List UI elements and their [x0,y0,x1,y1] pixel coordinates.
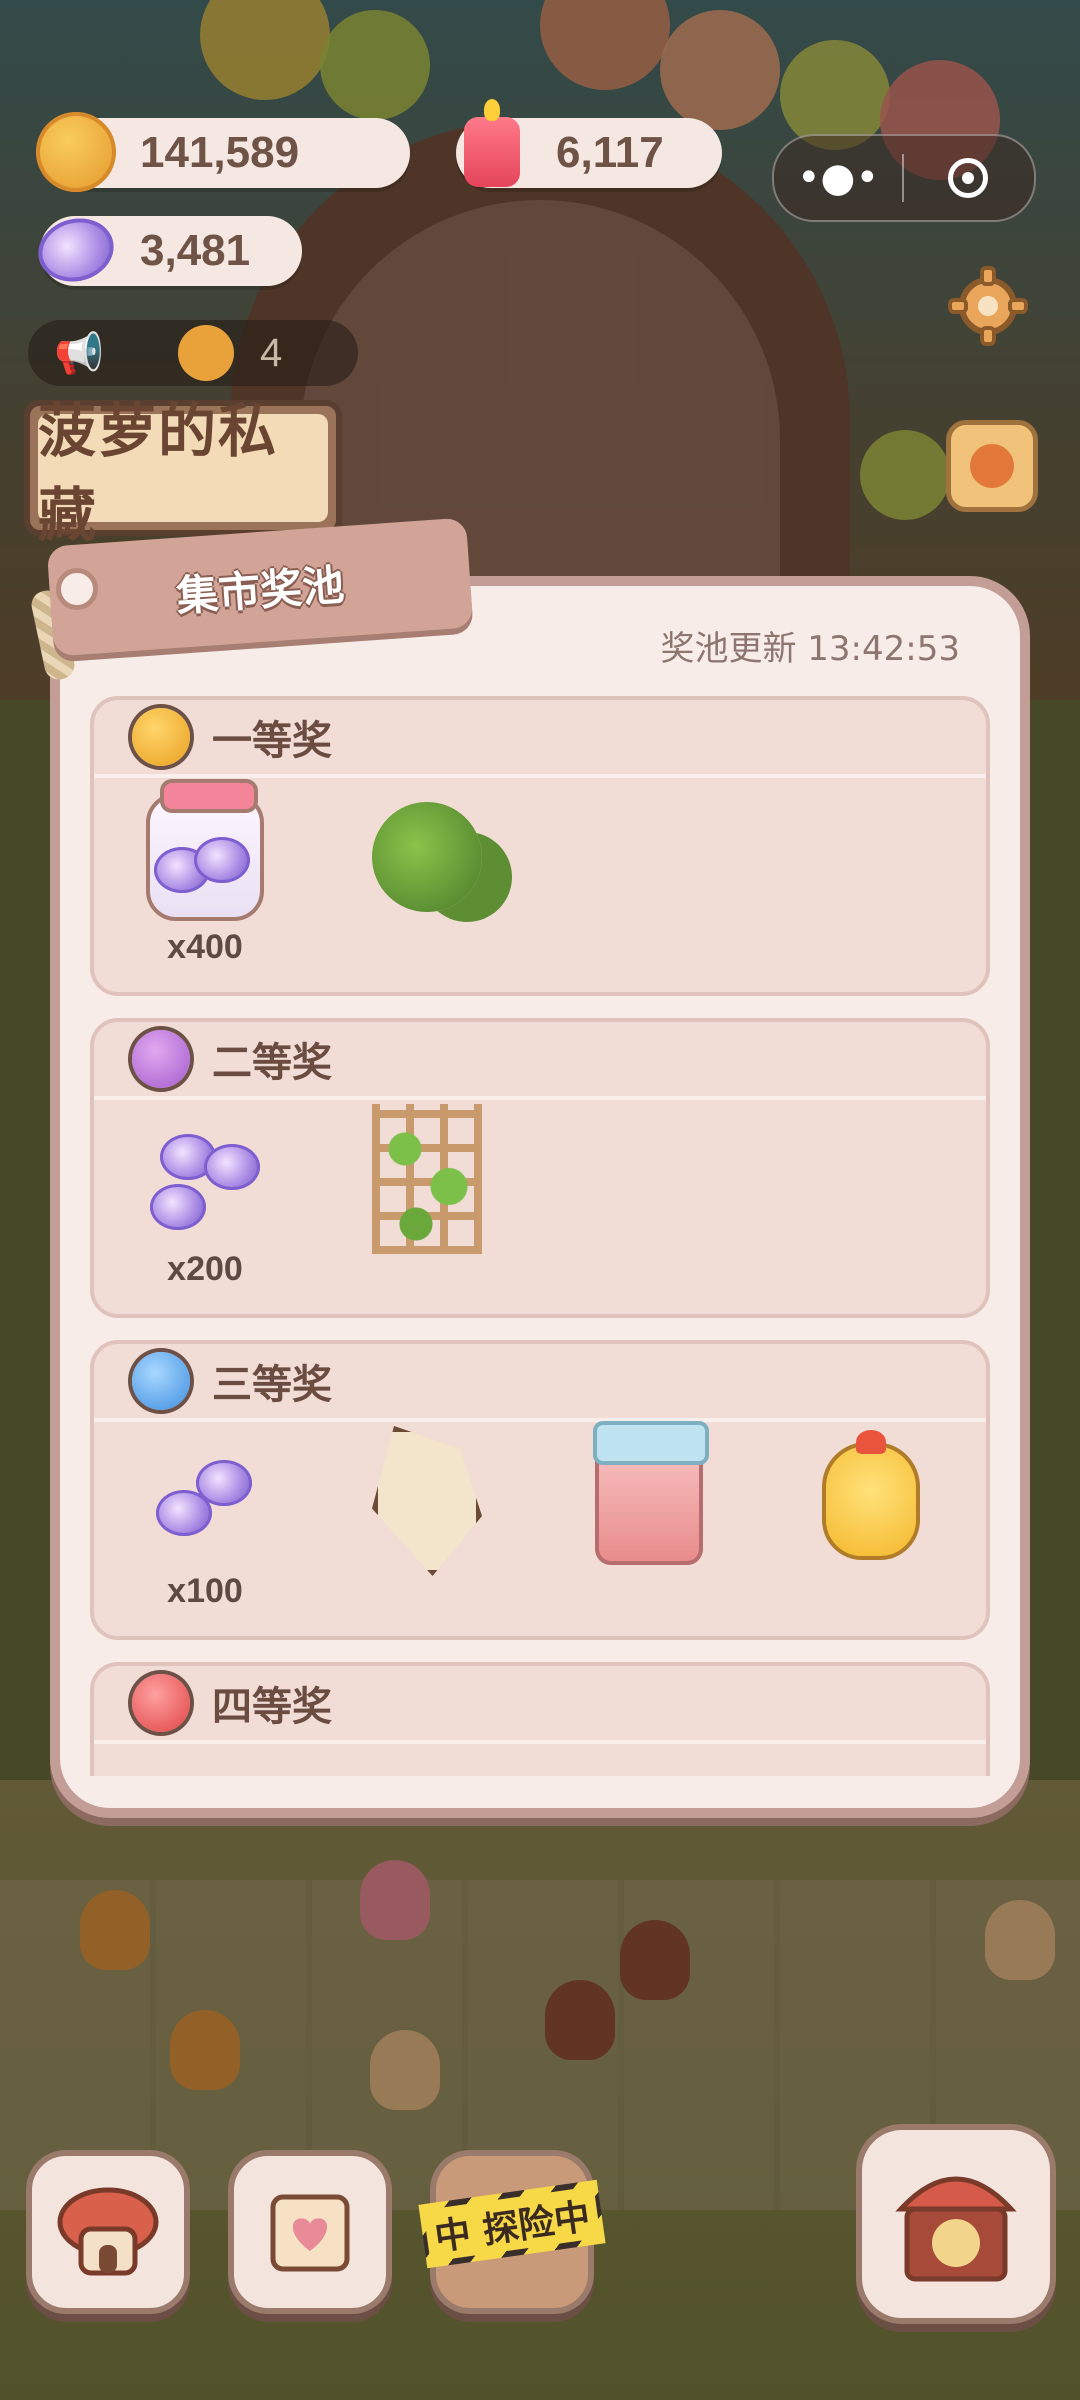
tier-name: 四等奖 [212,1684,332,1730]
prize-item[interactable] [316,1104,538,1304]
sink-icon [574,1421,724,1576]
kite-icon [352,1426,502,1576]
cookie-icon [32,108,120,196]
candle-icon [448,99,536,196]
flower-trellis-icon [352,1104,502,1254]
miniprogram-capsule: •●• [772,134,1036,222]
blue-ball-icon [132,1352,190,1410]
prize-quantity: x100 [167,1572,243,1610]
tier-fourth-prize: 四等奖 [90,1662,990,1776]
tier-third-prize: 三等奖 x100 [90,1340,990,1640]
candle-counter[interactable]: 6,117 [456,99,722,188]
stamp-icon[interactable] [946,420,1038,512]
prize-item[interactable] [316,1426,538,1626]
prize-item[interactable]: x200 [94,1104,316,1304]
announcement-bar[interactable]: 📢 4 [28,320,358,386]
tree-swing-icon [352,782,502,932]
carnival-button[interactable] [856,2124,1056,2324]
gem-icon [31,206,121,294]
prize-item[interactable]: x400 [94,779,316,982]
gem-counter[interactable]: 3,481 [31,210,302,290]
tier-name: 三等奖 [212,1362,332,1408]
announcement-count: 4 [260,330,283,375]
prize-item[interactable] [760,1426,982,1626]
shop-sign-text: 菠萝的私藏 [38,397,328,549]
prize-quantity: x400 [167,928,243,966]
tier-name: 二等奖 [212,1040,332,1086]
diary-button[interactable] [228,2150,392,2314]
tier-first-prize: 一等奖 x400 [90,696,990,996]
shop-sign[interactable]: 菠萝的私藏 [24,397,342,549]
tier-name: 一等奖 [212,718,332,764]
prize-tier-list[interactable]: 一等奖 x400 二等奖 x200 三等奖 x100 四等奖 [90,696,990,1776]
prize-item[interactable]: x100 [94,1426,316,1626]
refresh-timer: 奖池更新 13:42:53 [660,629,960,669]
gold-ball-icon [132,708,190,766]
megaphone-icon: 📢 [54,330,104,377]
mushroom-house-button[interactable] [26,2150,190,2314]
heart-notebook-icon [270,2194,350,2272]
chick-plush-icon [796,1426,946,1576]
prize-quantity: x200 [167,1250,243,1288]
gem-pile-icon [130,1104,280,1254]
prize-pool-panel: 奖池更新 13:42:53 一等奖 x400 二等奖 x200 三等奖 x100… [50,576,1030,1818]
gem-jar-icon [130,779,280,932]
gear-icon[interactable] [942,260,1034,352]
tag-hole [56,568,98,610]
panel-title: 集市奖池 [174,559,346,621]
prize-item[interactable] [316,782,538,982]
purple-ball-icon [132,1030,190,1088]
mushroom-house-icon [57,2187,159,2276]
cookie-counter[interactable]: 141,589 [36,112,410,192]
prize-item[interactable] [538,1421,760,1626]
target-icon[interactable] [904,136,1032,220]
more-dots-icon[interactable]: •●• [774,136,902,220]
gem-pair-icon [130,1426,280,1576]
carnival-tent-icon [895,2176,1017,2282]
red-ball-icon [132,1674,190,1732]
tier-second-prize: 二等奖 x200 [90,1018,990,1318]
avatar [178,325,234,381]
